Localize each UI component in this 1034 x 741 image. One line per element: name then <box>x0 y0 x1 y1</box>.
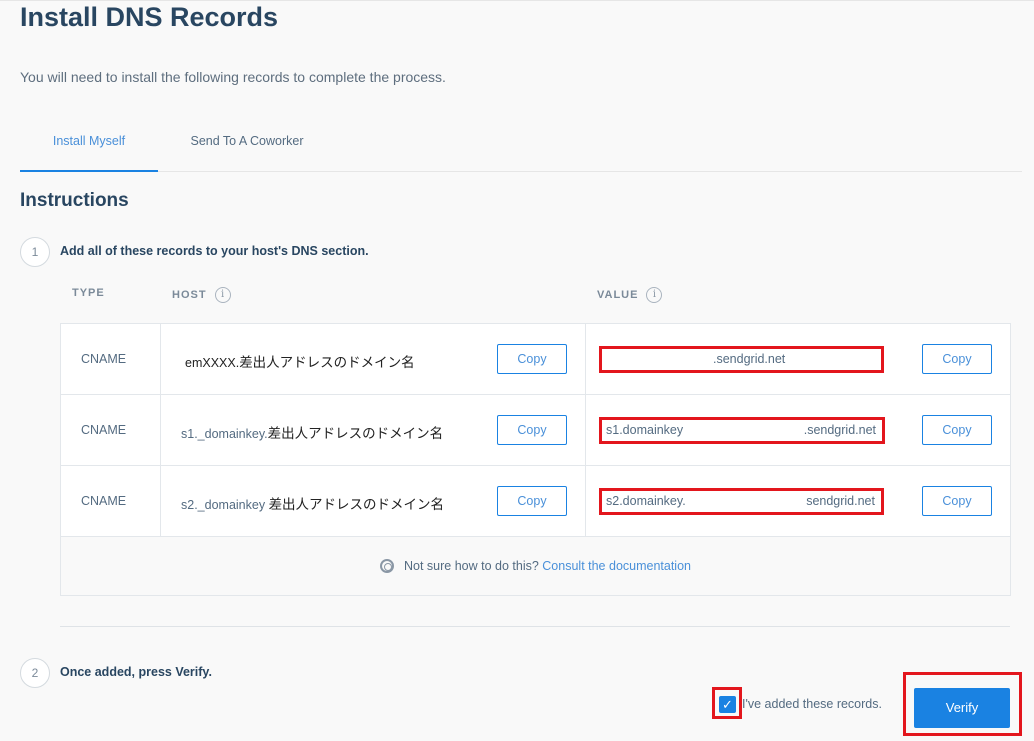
records-added-label[interactable]: I've added these records. <box>742 697 882 711</box>
help-text: Not sure how to do this? <box>404 559 539 573</box>
host-suffix: 差出人アドレスのドメイン名 <box>268 497 445 513</box>
column-header-type: TYPE <box>72 287 105 299</box>
step-1-text: Add all of these records to your host's … <box>60 244 369 258</box>
host-cell: s1._domainkey.差出人アドレスのドメイン名 Copy <box>161 395 586 465</box>
value-info-icon[interactable]: i <box>646 287 663 303</box>
verify-button[interactable]: Verify <box>914 688 1010 728</box>
copy-value-button[interactable]: Copy <box>922 486 992 516</box>
dns-records-table: CNAME emXXXX.差出人アドレスのドメイン名 Copy .sendgri… <box>60 323 1011 596</box>
record-type: CNAME <box>61 324 161 394</box>
records-added-checkbox[interactable]: ✓ <box>719 696 736 713</box>
tab-bar: Install Myself Send To A Coworker <box>20 124 1022 172</box>
copy-host-button[interactable]: Copy <box>497 415 567 445</box>
table-row: CNAME s1._domainkey.差出人アドレスのドメイン名 Copy s… <box>61 395 1010 466</box>
host-value: emXXXX.差出人アドレスのドメイン名 <box>185 351 415 371</box>
step-2-number: 2 <box>20 658 50 688</box>
column-header-host: HOST i <box>172 287 231 303</box>
value-field: s1.domainkey .sendgrid.net <box>599 417 885 444</box>
record-type: CNAME <box>61 395 161 465</box>
host-info-icon[interactable]: i <box>214 287 231 303</box>
value-cell: s2.domainkey. sendgrid.net Copy <box>586 466 1011 536</box>
divider <box>60 626 1010 627</box>
page-title: Install DNS Records <box>20 2 279 32</box>
host-cell: s2._domainkey 差出人アドレスのドメイン名 Copy <box>161 466 586 536</box>
host-prefix: s1._domainkey. <box>181 427 268 441</box>
record-type: CNAME <box>61 466 161 536</box>
step-1-number: 1 <box>20 237 50 267</box>
host-prefix: emXXXX. <box>185 356 240 370</box>
host-value: s2._domainkey 差出人アドレスのドメイン名 <box>181 493 444 513</box>
documentation-link[interactable]: Consult the documentation <box>542 559 691 573</box>
step-2-text: Once added, press Verify. <box>60 665 212 679</box>
tab-install-myself[interactable]: Install Myself <box>20 124 158 172</box>
host-cell: emXXXX.差出人アドレスのドメイン名 Copy <box>161 324 586 394</box>
copy-host-button[interactable]: Copy <box>497 344 567 374</box>
value-left: s1.domainkey <box>606 423 684 437</box>
table-row: CNAME s2._domainkey 差出人アドレスのドメイン名 Copy s… <box>61 466 1010 537</box>
top-border <box>0 0 1034 1</box>
copy-host-button[interactable]: Copy <box>497 486 567 516</box>
host-prefix: s2._domainkey <box>181 498 266 512</box>
value-cell: .sendgrid.net Copy <box>586 324 1011 394</box>
value-header-label: VALUE <box>597 289 639 301</box>
value-field: s2.domainkey. sendgrid.net <box>599 488 884 515</box>
copy-value-button[interactable]: Copy <box>922 415 992 445</box>
column-header-value: VALUE i <box>597 287 663 303</box>
value-right: .sendgrid.net <box>713 352 786 366</box>
type-header-label: TYPE <box>72 287 105 299</box>
host-header-label: HOST <box>172 289 207 301</box>
copy-value-button[interactable]: Copy <box>922 344 992 374</box>
value-left: s2.domainkey. <box>606 494 686 508</box>
instructions-title: Instructions <box>20 190 129 211</box>
value-field: .sendgrid.net <box>599 346 884 373</box>
host-value: s1._domainkey.差出人アドレスのドメイン名 <box>181 422 443 442</box>
value-cell: s1.domainkey .sendgrid.net Copy <box>586 395 1011 465</box>
lifebuoy-icon <box>380 558 394 573</box>
value-right: .sendgrid.net <box>803 423 876 437</box>
value-right: sendgrid.net <box>806 494 875 508</box>
help-row: Not sure how to do this? Consult the doc… <box>61 537 1010 595</box>
host-suffix: 差出人アドレスのドメイン名 <box>239 355 415 371</box>
table-row: CNAME emXXXX.差出人アドレスのドメイン名 Copy .sendgri… <box>61 324 1010 395</box>
page-subtitle: You will need to install the following r… <box>20 69 446 85</box>
host-suffix: 差出人アドレスのドメイン名 <box>267 426 444 442</box>
tab-send-to-coworker[interactable]: Send To A Coworker <box>158 124 336 172</box>
